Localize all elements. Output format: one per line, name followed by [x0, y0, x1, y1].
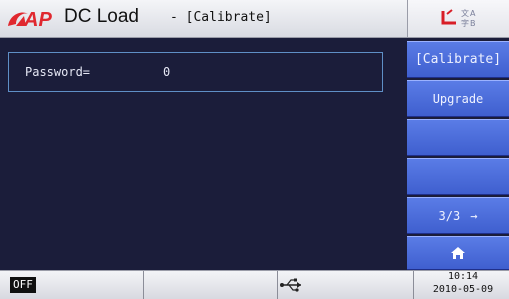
next-page-button[interactable]: 3/3 →	[407, 197, 509, 234]
calibrate-button[interactable]: [Calibrate]	[407, 41, 509, 78]
status-divider	[413, 271, 414, 299]
output-state-badge: OFF	[10, 277, 36, 293]
main-panel: Password= 0	[0, 38, 407, 270]
logo-text: AP	[23, 9, 52, 31]
status-divider	[143, 271, 144, 299]
status-divider	[277, 271, 278, 299]
softkey-blank-2[interactable]	[407, 158, 509, 195]
svg-text:A: A	[470, 9, 476, 18]
home-icon	[451, 247, 465, 259]
upgrade-label: Upgrade	[432, 91, 484, 106]
clock-date: 2010-05-09	[432, 284, 494, 295]
status-bar: OFF 10:14 2010-05-09	[0, 270, 509, 299]
password-value[interactable]: 0	[163, 65, 170, 79]
page-indicator: 3/3	[438, 208, 461, 223]
calibrate-label: [Calibrate]	[414, 52, 502, 67]
upgrade-button[interactable]: Upgrade	[407, 80, 509, 117]
svg-text:字: 字	[461, 18, 469, 28]
app-title: DC Load	[64, 6, 139, 27]
dc-load-screen: AP DC Load - [Calibrate] 文 A 字 B Passwor…	[0, 0, 509, 299]
arrow-right-icon: →	[470, 208, 478, 223]
page-subtitle: - [Calibrate]	[170, 10, 272, 25]
language-switch-button[interactable]: 文 A 字 B	[407, 0, 509, 38]
usb-icon	[280, 278, 301, 292]
svg-text:B: B	[470, 19, 476, 28]
svg-text:文: 文	[461, 8, 469, 18]
password-field[interactable]: Password= 0	[8, 52, 383, 92]
title-bar: AP DC Load - [Calibrate]	[0, 0, 407, 38]
softkey-blank-1[interactable]	[407, 119, 509, 156]
brand-logo: AP	[8, 9, 52, 31]
softkey-menu: [Calibrate] Upgrade 3/3 →	[407, 38, 509, 270]
password-label: Password=	[25, 65, 91, 79]
clock-time: 10:14	[447, 271, 479, 282]
language-switch-icon: 文 A 字 B	[441, 8, 476, 28]
home-button[interactable]	[407, 236, 509, 270]
